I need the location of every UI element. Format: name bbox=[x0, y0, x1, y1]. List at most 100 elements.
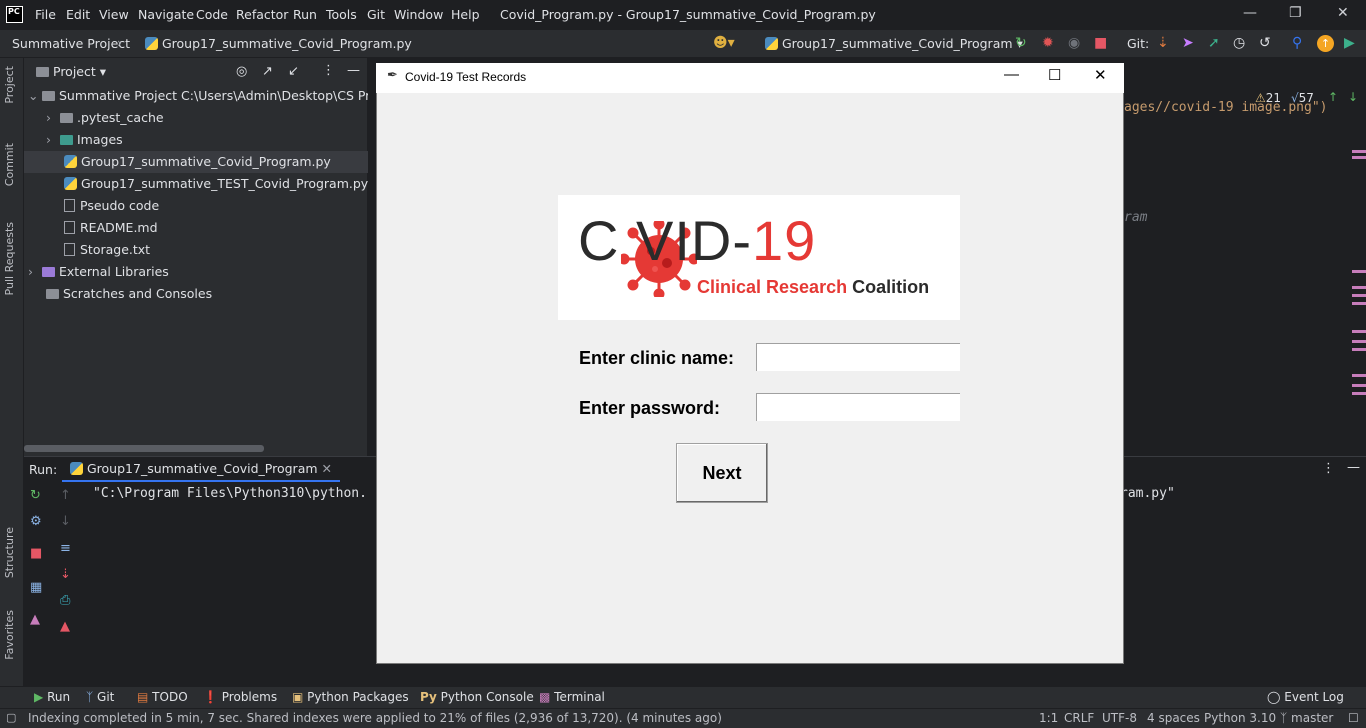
tree-item-readme[interactable]: README.md bbox=[24, 217, 368, 239]
status-message[interactable]: Indexing completed in 5 min, 7 sec. Shar… bbox=[28, 711, 722, 725]
tab-favorites[interactable]: Favorites bbox=[3, 610, 16, 660]
git-push-icon[interactable]: ➚ bbox=[1208, 35, 1220, 51]
tool-run[interactable]: ▶ Run bbox=[34, 690, 70, 704]
tab-pull-requests[interactable]: Pull Requests bbox=[3, 222, 16, 295]
project-panel-header[interactable]: Project ▾ bbox=[36, 64, 106, 79]
status-branch[interactable]: ᛉ master bbox=[1280, 711, 1333, 725]
pin-icon[interactable]: ▲ bbox=[30, 612, 40, 627]
next-highlight-icon[interactable]: ↓ bbox=[1348, 90, 1358, 104]
hide-run-icon[interactable]: — bbox=[1347, 460, 1360, 475]
tool-terminal[interactable]: ▩ Terminal bbox=[539, 690, 605, 704]
password-input[interactable] bbox=[756, 393, 960, 421]
layout-icon[interactable]: ▦ bbox=[30, 580, 42, 595]
menu-git[interactable]: Git bbox=[367, 7, 385, 22]
typo-icon[interactable]: √57 bbox=[1291, 91, 1314, 105]
menu-tools[interactable]: Tools bbox=[326, 7, 357, 22]
users-icon[interactable]: ☻▾ bbox=[713, 35, 735, 51]
settings-icon[interactable]: ⚙ bbox=[30, 514, 42, 529]
lock-icon[interactable]: ☐ bbox=[1348, 711, 1359, 725]
update-icon[interactable]: ↑ bbox=[1317, 35, 1334, 52]
status-indent[interactable]: 4 spaces bbox=[1147, 711, 1200, 725]
coverage-icon[interactable]: ◉ bbox=[1068, 35, 1080, 51]
run-tab[interactable]: Group17_summative_Covid_Program ✕ bbox=[62, 456, 340, 482]
restore-icon[interactable]: ❐ bbox=[1289, 5, 1302, 21]
options-icon[interactable]: ⋮ bbox=[322, 63, 335, 78]
menu-view[interactable]: View bbox=[99, 7, 129, 22]
tree-item-images[interactable]: › Images bbox=[24, 129, 368, 151]
tool-terminal-label: Terminal bbox=[554, 690, 605, 704]
tool-todo[interactable]: ▤ TODO bbox=[137, 690, 188, 704]
status-position[interactable]: 1:1 bbox=[1039, 711, 1058, 725]
dialog-minimize-icon[interactable]: — bbox=[1004, 66, 1019, 83]
debug-icon[interactable]: ✹ bbox=[1042, 35, 1054, 51]
menu-file[interactable]: File bbox=[35, 7, 56, 22]
menu-navigate[interactable]: Navigate bbox=[138, 7, 194, 22]
tab-project[interactable]: Project bbox=[3, 66, 16, 104]
warning-icon[interactable]: ⚠21 bbox=[1255, 91, 1281, 105]
rerun-icon[interactable]: ↻ bbox=[30, 488, 41, 503]
menu-run[interactable]: Run bbox=[293, 7, 317, 22]
breadcrumb-file[interactable]: Group17_summative_Covid_Program.py bbox=[145, 36, 412, 51]
tab-commit[interactable]: Commit bbox=[3, 143, 16, 186]
tree-item-root[interactable]: ⌄ Summative Project C:\Users\Admin\Deskto… bbox=[24, 85, 409, 107]
horizontal-scrollbar[interactable] bbox=[24, 445, 264, 452]
tree-item-pseudo-code[interactable]: Pseudo code bbox=[24, 195, 368, 217]
tree-item-scratches[interactable]: Scratches and Consoles bbox=[24, 283, 368, 305]
breadcrumb-project[interactable]: Summative Project bbox=[12, 36, 130, 51]
locate-icon[interactable]: ◎ bbox=[236, 64, 247, 79]
stop-icon[interactable]: ■ bbox=[30, 546, 42, 561]
minimize-icon[interactable]: — bbox=[1243, 5, 1257, 21]
tree-item-pytest-cache[interactable]: › .pytest_cache bbox=[24, 107, 368, 129]
git-commit-icon[interactable]: ➤ bbox=[1182, 35, 1194, 51]
tree-item-external-libraries[interactable]: › External Libraries bbox=[24, 261, 368, 283]
tool-event-log[interactable]: ◯ Event Log bbox=[1267, 690, 1344, 704]
scroll-to-end-icon[interactable]: ⇣ bbox=[60, 567, 71, 582]
git-update-icon[interactable]: ⇣ bbox=[1157, 35, 1169, 51]
status-interpreter[interactable]: Python 3.10 bbox=[1204, 711, 1276, 725]
expand-all-icon[interactable]: ↗ bbox=[262, 64, 273, 79]
tree-item-label: Pseudo code bbox=[80, 198, 160, 213]
collapse-all-icon[interactable]: ↙ bbox=[288, 64, 299, 79]
tree-item-test-program[interactable]: Group17_summative_TEST_Covid_Program.py bbox=[24, 173, 368, 195]
tool-python-packages[interactable]: ▣ Python Packages bbox=[292, 690, 409, 704]
menu-help[interactable]: Help bbox=[451, 7, 480, 22]
history-icon[interactable]: ◷ bbox=[1233, 35, 1245, 51]
tool-python-console[interactable]: Py Python Console bbox=[420, 690, 534, 704]
print-icon[interactable]: ⎙ bbox=[60, 593, 70, 608]
scroll-down-icon[interactable]: ↓ bbox=[60, 514, 71, 529]
dialog-maximize-icon[interactable]: ☐ bbox=[1048, 66, 1061, 84]
tree-item-storage[interactable]: Storage.txt bbox=[24, 239, 368, 261]
status-line-separator[interactable]: CRLF bbox=[1064, 711, 1094, 725]
stop-icon[interactable]: ■ bbox=[1094, 35, 1107, 51]
tree-item-program[interactable]: Group17_summative_Covid_Program.py bbox=[24, 151, 368, 173]
prev-highlight-icon[interactable]: ↑ bbox=[1328, 90, 1338, 104]
close-tab-icon[interactable]: ✕ bbox=[322, 461, 332, 476]
hide-panel-icon[interactable]: — bbox=[347, 63, 360, 78]
run-configuration-select[interactable]: Group17_summative_Covid_Program ▾ bbox=[765, 36, 1023, 51]
rollback-icon[interactable]: ↺ bbox=[1259, 35, 1271, 51]
tab-structure[interactable]: Structure bbox=[3, 527, 16, 578]
rerun-icon[interactable]: ↻ bbox=[1015, 35, 1027, 51]
status-toggle-icon[interactable]: ▢ bbox=[6, 711, 16, 724]
run-options-icon[interactable]: ⋮ bbox=[1322, 461, 1335, 476]
scroll-up-icon[interactable]: ↑ bbox=[60, 488, 71, 503]
menu-refactor[interactable]: Refactor bbox=[236, 7, 288, 22]
menu-edit[interactable]: Edit bbox=[66, 7, 90, 22]
menu-window[interactable]: Window bbox=[394, 7, 443, 22]
soft-wrap-icon[interactable]: ≡ bbox=[60, 541, 71, 556]
tool-todo-label: TODO bbox=[152, 690, 188, 704]
tool-git[interactable]: ᛉ Git bbox=[86, 690, 114, 704]
next-button[interactable]: Next bbox=[676, 443, 768, 503]
dialog-close-icon[interactable]: ✕ bbox=[1094, 66, 1107, 84]
clear-icon[interactable]: ▲ bbox=[60, 619, 70, 634]
project-view-icon bbox=[36, 67, 49, 77]
tool-problems[interactable]: ❗ Problems bbox=[203, 690, 277, 704]
packages-icon: ▣ bbox=[292, 690, 304, 704]
dialog-title: Covid-19 Test Records bbox=[405, 70, 527, 84]
search-icon[interactable]: ⚲ bbox=[1292, 35, 1302, 51]
status-encoding[interactable]: UTF-8 bbox=[1102, 711, 1137, 725]
close-icon[interactable]: ✕ bbox=[1337, 5, 1349, 21]
plugin-icon[interactable]: ▶ bbox=[1344, 35, 1355, 51]
menu-code[interactable]: Code bbox=[196, 7, 228, 22]
clinic-name-input[interactable] bbox=[756, 343, 960, 371]
